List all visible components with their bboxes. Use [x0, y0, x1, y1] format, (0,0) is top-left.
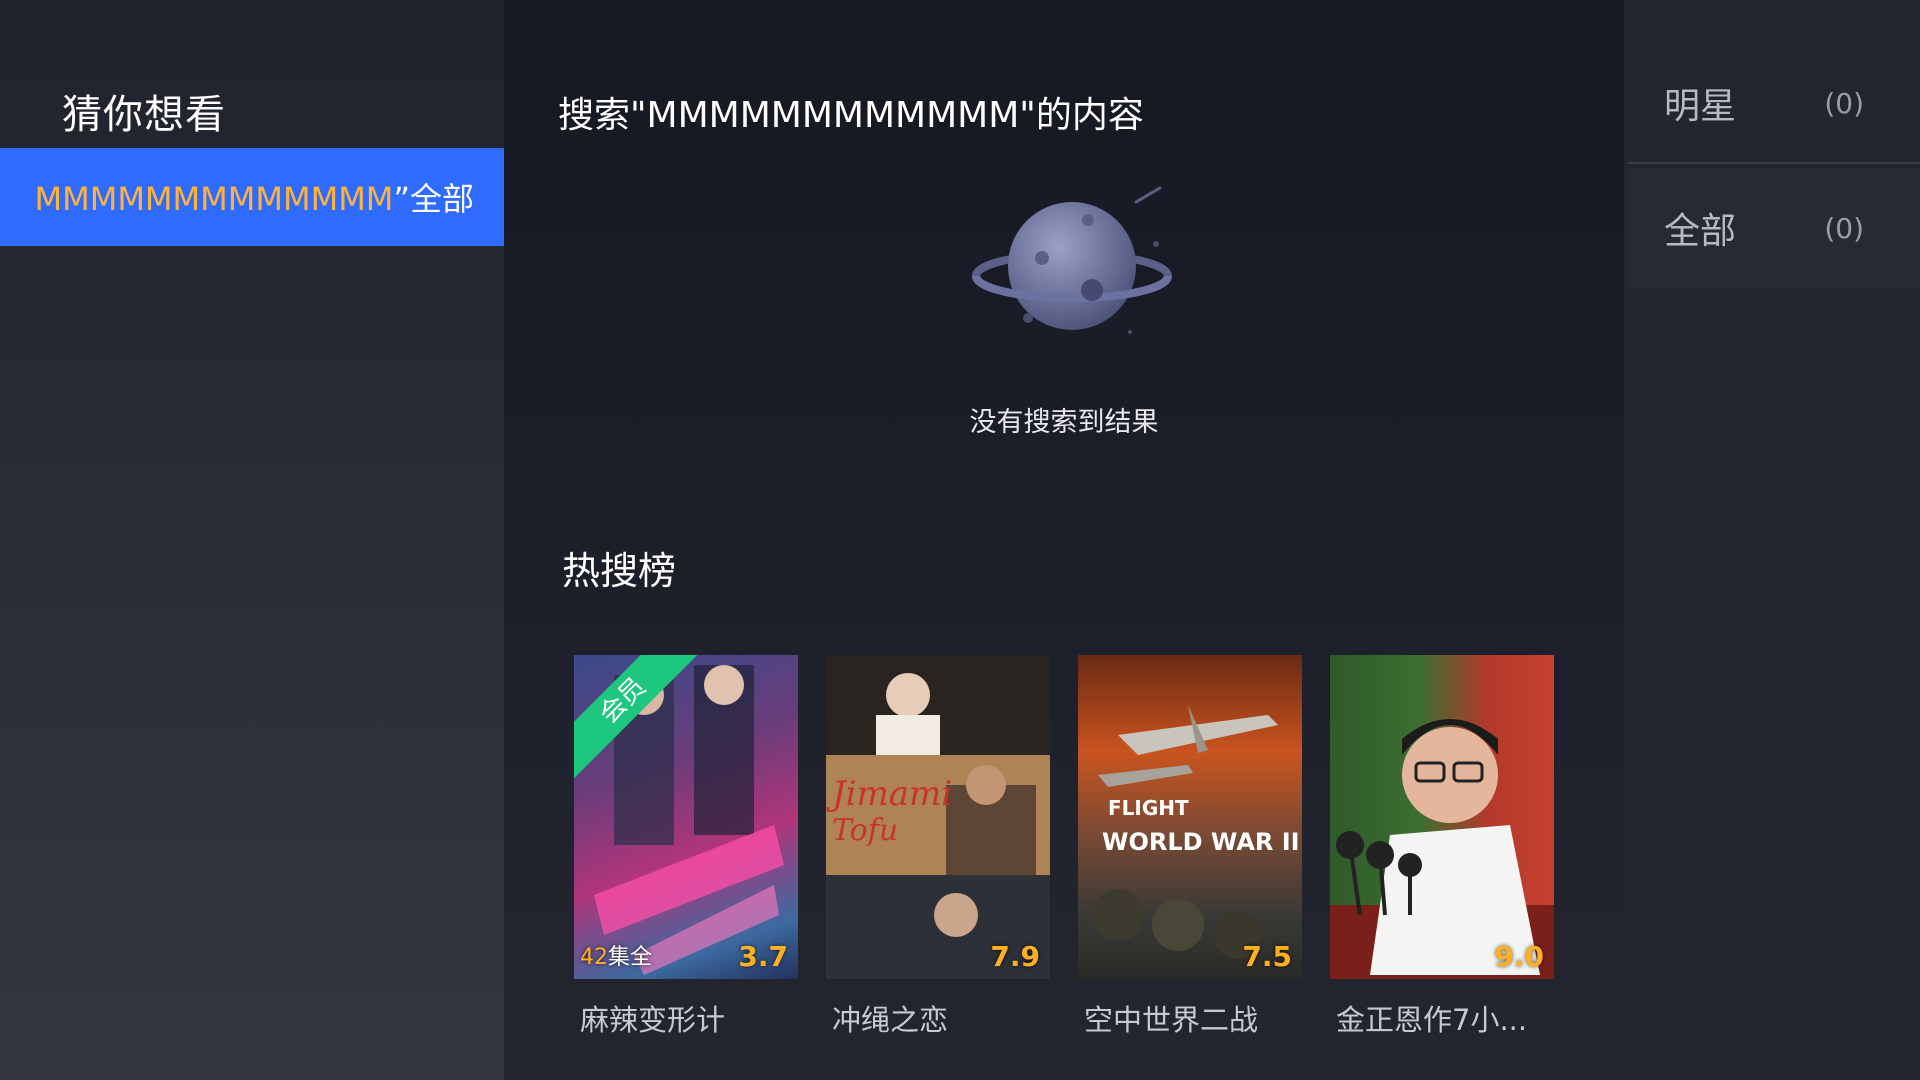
no-result-message: 没有搜索到结果 [969, 407, 1159, 438]
suggestions-panel: 猜你想看 MMMMMMMMMMMMM”全部 [0, 0, 504, 1080]
suggestion-suffix-text: ”全部 [393, 180, 474, 218]
media-card[interactable]: 会员 42集全 3.7 麻辣变形计 [574, 655, 798, 1039]
rating-badge: 3.7 [738, 940, 788, 973]
suggestion-label: MMMMMMMMMMMMM”全部 [0, 174, 504, 220]
tv-search-screen: 猜你想看 MMMMMMMMMMMMM”全部 搜索"MMMMMMMMMMMM"的内… [0, 0, 1920, 1080]
filter-count: (0) [1824, 211, 1864, 245]
filter-item-stars[interactable]: 明星 (0) [1628, 44, 1920, 164]
planet-empty-icon [972, 186, 1172, 334]
poster-image: Jimami Tofu 7.9 [826, 655, 1050, 979]
episodes-number: 42 [580, 945, 608, 970]
suggestion-item-selected[interactable]: MMMMMMMMMMMMM”全部 [0, 148, 504, 246]
card-title: 冲绳之恋 [832, 1003, 949, 1037]
media-card[interactable]: FLIGHT WORLD WAR II 7.5 空中世界二战 [1078, 655, 1302, 1039]
hot-search-title: 热搜榜 [562, 549, 677, 593]
rating-badge: 7.9 [990, 940, 1040, 973]
search-heading: 搜索"MMMMMMMMMMMM"的内容 [558, 95, 1144, 136]
rating-badge: 7.5 [1242, 940, 1292, 973]
results-panel: 搜索"MMMMMMMMMMMM"的内容 没有搜索到结果 热搜榜 会员 42集全 … [504, 0, 1624, 1080]
poster-image: 9.0 [1330, 655, 1554, 979]
poster-image: FLIGHT WORLD WAR II 7.5 [1078, 655, 1302, 979]
poster-art: Jimami Tofu [826, 655, 1050, 979]
card-title: 空中世界二战 [1084, 1003, 1259, 1037]
poster-art [1330, 719, 1554, 979]
filter-label: 全部 [1664, 211, 1737, 252]
poster-image: 会员 42集全 3.7 [574, 655, 798, 979]
svg-text:FLIGHT: FLIGHT [1108, 796, 1189, 820]
svg-text:Tofu: Tofu [832, 813, 898, 848]
card-title: 金正恩作7小... [1336, 1003, 1528, 1037]
filter-item-all[interactable]: 全部 (0) [1628, 168, 1920, 288]
suggestions-title: 猜你想看 [62, 92, 226, 138]
svg-text:WORLD WAR II: WORLD WAR II [1102, 828, 1300, 856]
filter-panel: 明星 (0) 全部 (0) [1624, 0, 1920, 1080]
media-card[interactable]: 9.0 金正恩作7小... [1330, 655, 1554, 1039]
suggestion-query-text: MMMMMMMMMMMMM [34, 180, 394, 218]
filter-label: 明星 [1664, 86, 1737, 127]
rating-badge: 9.0 [1494, 940, 1544, 973]
media-card[interactable]: Jimami Tofu 7.9 冲绳之恋 [826, 655, 1050, 1039]
card-title: 麻辣变形计 [580, 1003, 726, 1037]
poster-art: FLIGHT WORLD WAR II [1092, 705, 1300, 959]
filter-count: (0) [1824, 86, 1864, 120]
episodes-label: 42集全 [580, 939, 652, 971]
svg-text:Jimami: Jimami [826, 774, 952, 814]
episodes-suffix: 集全 [608, 945, 653, 970]
